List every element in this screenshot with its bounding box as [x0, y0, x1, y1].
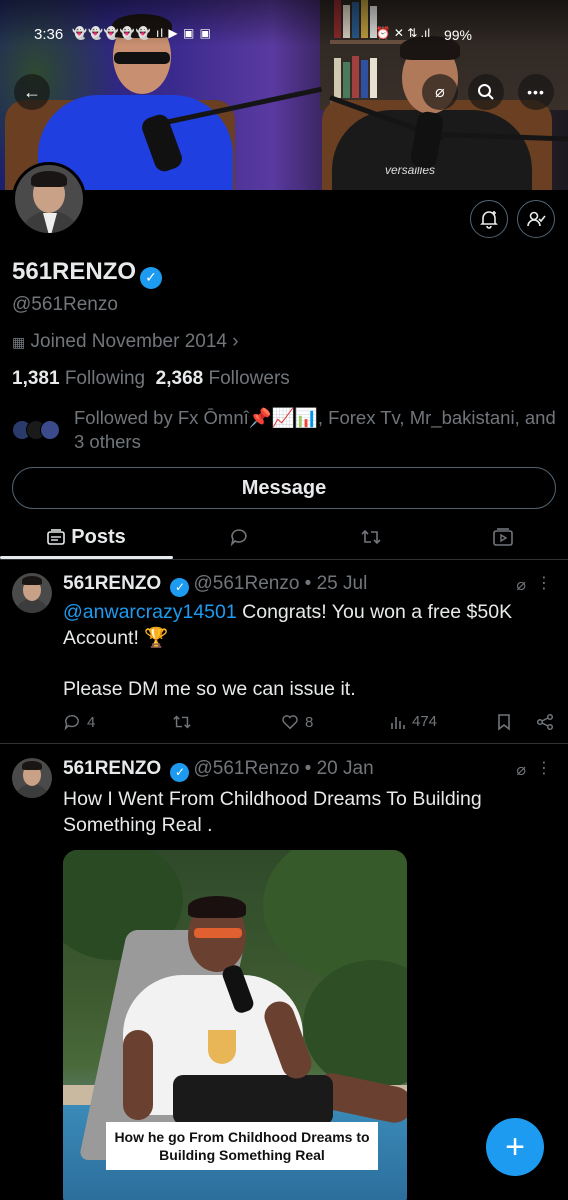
posts-icon [47, 529, 66, 545]
reply-icon [64, 714, 79, 731]
post-text: How I Went From Childhood Dreams To Buil… [63, 788, 482, 836]
search-icon [478, 84, 494, 100]
profile-handle: @561Renzo [12, 294, 118, 315]
replies-icon [230, 529, 247, 547]
post-handle-date: @561Renzo • 25 Jul [193, 573, 368, 594]
profile-tabs: Posts [0, 514, 568, 560]
post-header: 561RENZO ✓ @561Renzo • 20 Jan [63, 758, 374, 782]
post-author-name[interactable]: 561RENZO [63, 758, 161, 779]
compose-button[interactable]: + [486, 1118, 544, 1176]
post-video[interactable]: How he go From Childhood Dreams to Build… [63, 850, 407, 1200]
notification-icons: 👻👻👻👻👻 ıl ▶ ▣ ▣ [72, 26, 212, 40]
share-icon [536, 713, 554, 731]
reposts-icon [361, 529, 381, 545]
arrow-left-icon: ← [23, 81, 41, 102]
followers-link[interactable]: 2,368 Followers [156, 368, 290, 389]
like-button[interactable]: 8 [281, 713, 313, 731]
user-check-icon [527, 211, 546, 227]
back-button[interactable]: ← [14, 74, 50, 110]
heart-icon [282, 715, 298, 730]
grok-icon[interactable]: ⌀ [516, 575, 526, 595]
tab-replies[interactable] [173, 514, 305, 560]
post-more-icon[interactable]: ⋮ [536, 758, 552, 778]
profile-name: 561RENZO ✓ [12, 258, 163, 289]
repost-button[interactable] [172, 713, 192, 731]
post-handle-date: @561Renzo • 20 Jan [193, 758, 374, 779]
post-avatar[interactable] [12, 573, 52, 613]
follow-counts: 1,381 Following 2,368 Followers [12, 368, 290, 390]
tab-posts[interactable]: Posts [0, 514, 173, 560]
joined-date[interactable]: ▦ Joined November 2014 › [12, 331, 239, 353]
followed-by[interactable]: Followed by Fx Ōmnî📌📈📊, Forex Tv, Mr_bak… [12, 406, 558, 456]
post-author-name[interactable]: 561RENZO [63, 573, 161, 594]
search-button[interactable] [468, 74, 504, 110]
mention-link[interactable]: @anwarcrazy14501 [63, 601, 237, 623]
calendar-icon: ▦ [12, 334, 26, 350]
status-time: 3:36 [34, 26, 64, 43]
post-divider [0, 743, 568, 744]
more-button[interactable]: ••• [518, 74, 554, 110]
tab-media[interactable] [437, 514, 568, 560]
plus-icon: + [505, 1127, 525, 1166]
bookmark-icon [498, 714, 510, 731]
profile-avatar[interactable] [12, 162, 86, 236]
grok-button[interactable]: ⌀ [422, 74, 458, 110]
followed-by-text: Followed by Fx Ōmnî📌📈📊, Forex Tv, Mr_bak… [74, 407, 556, 452]
views-button[interactable]: 474 [390, 713, 437, 730]
post-header: 561RENZO ✓ @561Renzo • 25 Jul [63, 573, 367, 597]
message-button[interactable]: Message [12, 467, 556, 509]
grok-icon[interactable]: ⌀ [516, 760, 526, 780]
views-icon [391, 716, 405, 729]
bookmark-button[interactable] [497, 713, 511, 731]
signal-icons: ⏰ ✕ ⇅ .ıl [375, 26, 430, 40]
media-icon [492, 528, 513, 546]
post-text: @anwarcrazy14501 Congrats! You won a fre… [63, 601, 513, 649]
grok-icon: ⌀ [435, 84, 445, 101]
following-button[interactable] [517, 200, 555, 238]
post-actions: 4 8 474 [0, 713, 568, 737]
post-text-2: Please DM me so we can issue it. [63, 678, 356, 700]
verified-badge-icon: ✓ [170, 762, 190, 782]
notifications-button[interactable] [470, 200, 508, 238]
post-avatar[interactable] [12, 758, 52, 798]
status-bar: 3:36 👻👻👻👻👻 ıl ▶ ▣ ▣ ⏰ ✕ ⇅ .ıl 99% [0, 22, 568, 48]
following-link[interactable]: 1,381 Following [12, 368, 145, 389]
post[interactable]: 561RENZO ✓ @561Renzo • 25 Jul ⌀ ⋮ @anwarc… [0, 573, 568, 741]
repost-icon [173, 715, 191, 729]
active-tab-indicator [0, 556, 173, 559]
more-dots-icon: ••• [527, 84, 545, 100]
bell-plus-icon [480, 211, 498, 229]
battery-level: 99% [443, 27, 472, 43]
verified-badge-icon: ✓ [170, 577, 190, 597]
reply-button[interactable]: 4 [63, 713, 95, 731]
verified-badge-icon: ✓ [140, 266, 163, 289]
share-button[interactable] [536, 713, 554, 731]
followed-by-avatars [12, 420, 68, 440]
post-more-icon[interactable]: ⋮ [536, 573, 552, 593]
tab-reposts[interactable] [305, 514, 437, 560]
chevron-right-icon: › [232, 331, 239, 352]
video-caption: How he go From Childhood Dreams to Build… [106, 1122, 378, 1170]
